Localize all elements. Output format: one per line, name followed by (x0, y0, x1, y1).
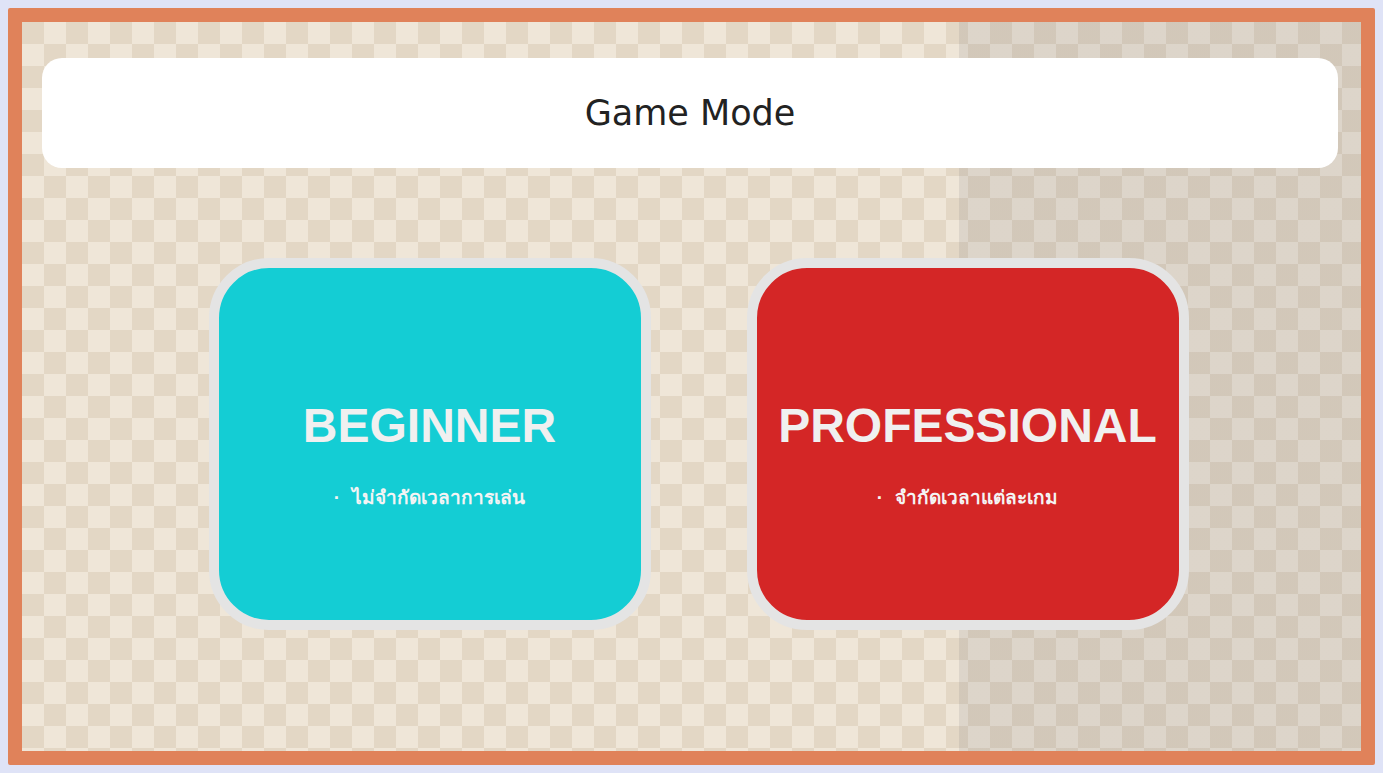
mode-description: · จำกัดเวลาแต่ละเกม (877, 485, 1058, 512)
mode-card[interactable]: PROFESSIONAL · จำกัดเวลาแต่ละเกม (747, 258, 1189, 630)
bullet: · (334, 485, 340, 512)
description-text: จำกัดเวลาแต่ละเกม (895, 485, 1058, 512)
office-scene: Game Mode BEGINNER · ไม่จำกัดเวลาการเล่น PRO… (8, 8, 1375, 765)
mode-card[interactable]: BEGINNER · ไม่จำกัดเวลาการเล่น (209, 258, 651, 630)
header-bar: Game Mode (42, 58, 1338, 168)
mode-title: BEGINNER (303, 397, 556, 455)
bullet: · (877, 485, 883, 512)
header-title: Game Mode (585, 93, 796, 133)
mode-row: BEGINNER · ไม่จำกัดเวลาการเล่น PROFESSIONAL… (42, 258, 1338, 630)
mode-description: · ไม่จำกัดเวลาการเล่น (334, 485, 525, 512)
description-text: ไม่จำกัดเวลาการเล่น (352, 485, 525, 512)
game-screen: Game Mode BEGINNER · ไม่จำกัดเวลาการเล่น PRO… (0, 0, 1383, 773)
mode-title: PROFESSIONAL (778, 397, 1157, 455)
